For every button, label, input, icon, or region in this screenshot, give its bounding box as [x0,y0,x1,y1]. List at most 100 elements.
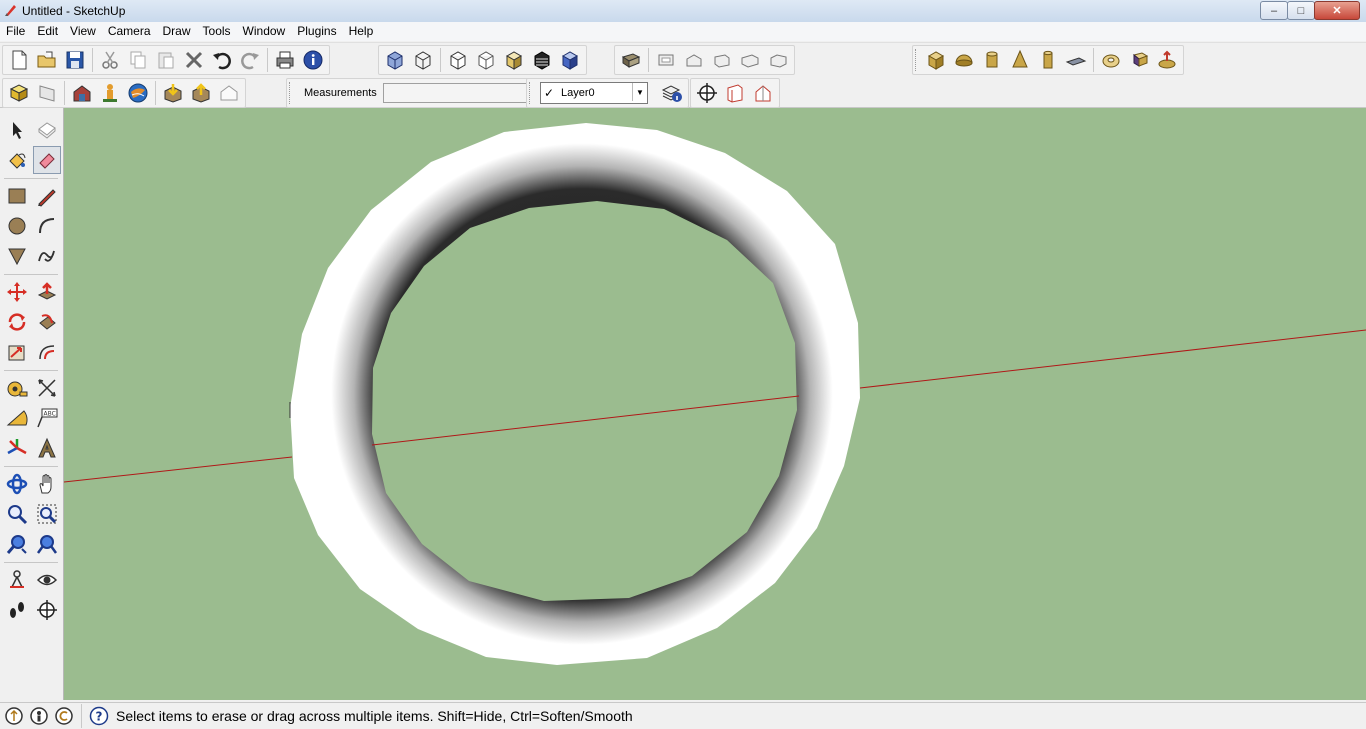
save-button[interactable] [61,46,89,74]
zoom-window-tool[interactable] [33,500,61,528]
eraser-tool[interactable] [33,146,61,174]
look-around-tool[interactable] [33,566,61,594]
make-component-button[interactable] [5,79,33,107]
model-info-button[interactable] [299,46,327,74]
geo-location-button[interactable] [3,705,25,727]
toolbar-grip[interactable] [289,82,293,104]
freehand-tool[interactable] [33,242,61,270]
box-shape-button[interactable] [922,46,950,74]
instructor-help-button[interactable]: ? [88,705,110,727]
measurements-input[interactable] [382,83,537,103]
rotate-tool[interactable] [3,308,31,336]
position-camera-tool[interactable] [3,566,31,594]
torus-model[interactable] [290,123,860,665]
circle-tool[interactable] [3,212,31,240]
minimize-button[interactable]: – [1260,1,1288,20]
select-tool[interactable] [3,116,31,144]
copy-button[interactable] [124,46,152,74]
cone-shape-button[interactable] [1006,46,1034,74]
menu-edit[interactable]: Edit [31,22,64,41]
menu-camera[interactable]: Camera [102,22,157,41]
text-tool[interactable]: ABC [33,404,61,432]
toolbar-grip[interactable] [915,49,919,71]
menu-tools[interactable]: Tools [197,22,237,41]
get-models-button[interactable] [68,79,96,107]
shaded-textures-style-button[interactable] [500,46,528,74]
paint-bucket-tool[interactable] [3,146,31,174]
cylinder-shape-button[interactable] [978,46,1006,74]
front-view-button[interactable] [680,46,708,74]
toolbar-grip[interactable] [529,82,533,104]
undo-button[interactable] [208,46,236,74]
tube-shape-button[interactable] [1034,46,1062,74]
menu-view[interactable]: View [64,22,102,41]
dome-shape-button[interactable] [950,46,978,74]
paste-button[interactable] [152,46,180,74]
menu-file[interactable]: File [0,22,31,41]
axes-tool[interactable] [3,434,31,462]
export-button[interactable] [187,79,215,107]
share-model-button[interactable] [96,79,124,107]
left-view-button[interactable] [764,46,792,74]
model-house-button[interactable] [215,79,243,107]
google-earth-button[interactable] [124,79,152,107]
blue-style-button[interactable] [556,46,584,74]
menu-draw[interactable]: Draw [157,22,197,41]
tape-measure-tool[interactable] [3,374,31,402]
shaded-style-button[interactable] [472,46,500,74]
follow-me-tool[interactable] [33,308,61,336]
iso-view-button[interactable] [617,46,645,74]
redo-button[interactable] [236,46,264,74]
maximize-button[interactable]: □ [1287,1,1315,20]
new-file-button[interactable] [5,46,33,74]
scale-tool[interactable] [3,338,31,366]
display-section-planes-button[interactable] [749,79,777,107]
push-shape-button[interactable] [1153,46,1181,74]
pan-tool[interactable] [33,470,61,498]
protractor-tool[interactable] [3,404,31,432]
back-view-button[interactable] [736,46,764,74]
plane-shape-button[interactable] [1062,46,1090,74]
monochrome-style-button[interactable] [528,46,556,74]
section-axes-button[interactable] [693,79,721,107]
line-tool[interactable] [33,182,61,210]
torus-shape-button[interactable] [1097,46,1125,74]
right-view-button[interactable] [708,46,736,74]
3d-text-tool[interactable] [33,434,61,462]
offset-tool[interactable] [33,338,61,366]
close-button[interactable]: ✕ [1314,1,1360,20]
menu-window[interactable]: Window [237,22,292,41]
model-viewport[interactable] [64,108,1366,700]
arc-tool[interactable] [33,212,61,240]
display-section-cuts-button[interactable] [721,79,749,107]
layer-dropdown[interactable]: ✓ Layer0 ▼ [540,82,648,104]
push-pull-tool[interactable] [33,278,61,306]
walk-tool[interactable] [3,596,31,624]
layer-manager-button[interactable] [658,79,686,107]
move-tool[interactable] [3,278,31,306]
helix-shape-button[interactable] [1125,46,1153,74]
viewport-canvas[interactable] [64,108,1366,700]
section-plane-button[interactable] [33,79,61,107]
wireframe-style-button[interactable] [409,46,437,74]
credits-button[interactable] [28,705,50,727]
open-file-button[interactable] [33,46,61,74]
orbit-tool[interactable] [3,470,31,498]
zoom-extents-tool[interactable] [33,530,61,558]
dimension-tool[interactable] [33,374,61,402]
import-button[interactable] [159,79,187,107]
top-view-button[interactable] [652,46,680,74]
menu-help[interactable]: Help [343,22,380,41]
previous-view-tool[interactable] [3,530,31,558]
section-plane-tool[interactable] [33,596,61,624]
zoom-tool[interactable] [3,500,31,528]
polygon-tool[interactable] [3,242,31,270]
copyright-button[interactable] [53,705,75,727]
cut-button[interactable] [96,46,124,74]
rectangle-tool[interactable] [3,182,31,210]
print-button[interactable] [271,46,299,74]
menu-plugins[interactable]: Plugins [291,22,342,41]
erase-selection-button[interactable] [180,46,208,74]
xray-style-button[interactable] [381,46,409,74]
hidden-line-style-button[interactable] [444,46,472,74]
